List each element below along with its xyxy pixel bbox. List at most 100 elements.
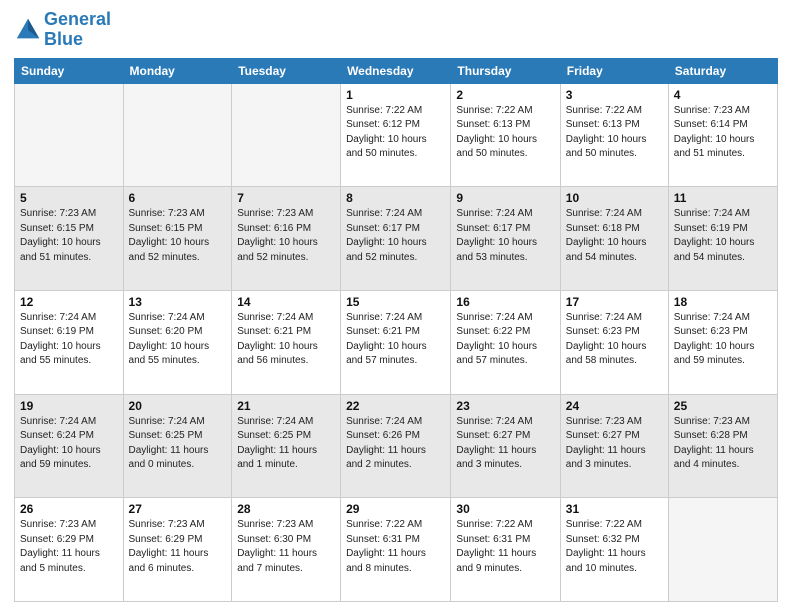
calendar-cell: 9 Sunrise: 7:24 AM Sunset: 6:17 PM Daylig… (451, 187, 560, 291)
calendar-cell (668, 498, 777, 602)
day-info: Sunrise: 7:23 AM Sunset: 6:14 PM Dayligh… (674, 104, 772, 162)
day-number: 6 (129, 191, 227, 205)
calendar-cell: 4 Sunrise: 7:23 AM Sunset: 6:14 PM Daylig… (668, 83, 777, 187)
calendar-header-row: SundayMondayTuesdayWednesdayThursdayFrid… (15, 58, 778, 83)
day-number: 29 (346, 502, 445, 516)
calendar-cell: 2 Sunrise: 7:22 AM Sunset: 6:13 PM Daylig… (451, 83, 560, 187)
day-info: Sunrise: 7:24 AM Sunset: 6:23 PM Dayligh… (674, 311, 772, 369)
day-number: 21 (237, 399, 335, 413)
calendar-table: SundayMondayTuesdayWednesdayThursdayFrid… (14, 58, 778, 602)
day-info: Sunrise: 7:24 AM Sunset: 6:25 PM Dayligh… (237, 415, 335, 473)
day-number: 4 (674, 88, 772, 102)
calendar-cell: 17Sunrise: 7:24 AM Sunset: 6:23 PM Dayli… (560, 290, 668, 394)
calendar-weekday-header: Monday (123, 58, 232, 83)
calendar-cell: 28 Sunrise: 7:23 AM Sunset: 6:30 PM Dayli… (232, 498, 341, 602)
calendar-cell: 12Sunrise: 7:24 AM Sunset: 6:19 PM Dayli… (15, 290, 124, 394)
day-info: Sunrise: 7:24 AM Sunset: 6:19 PM Dayligh… (674, 207, 772, 265)
day-number: 16 (456, 295, 554, 309)
calendar-week-row: 5 Sunrise: 7:23 AM Sunset: 6:15 PM Daylig… (15, 187, 778, 291)
day-info: Sunrise: 7:24 AM Sunset: 6:27 PM Dayligh… (456, 415, 554, 473)
day-number: 14 (237, 295, 335, 309)
day-number: 15 (346, 295, 445, 309)
day-number: 11 (674, 191, 772, 205)
calendar-cell: 24 Sunrise: 7:23 AM Sunset: 6:27 PM Dayli… (560, 394, 668, 498)
day-info: Sunrise: 7:24 AM Sunset: 6:21 PM Dayligh… (346, 311, 445, 369)
day-info: Sunrise: 7:23 AM Sunset: 6:28 PM Dayligh… (674, 415, 772, 473)
day-number: 5 (20, 191, 118, 205)
calendar-cell: 13 Sunrise: 7:24 AM Sunset: 6:20 PM Dayli… (123, 290, 232, 394)
day-number: 13 (129, 295, 227, 309)
day-number: 10 (566, 191, 663, 205)
day-number: 19 (20, 399, 118, 413)
day-info: Sunrise: 7:24 AM Sunset: 6:21 PM Dayligh… (237, 311, 335, 369)
day-info: Sunrise: 7:22 AM Sunset: 6:31 PM Dayligh… (346, 518, 445, 576)
calendar-cell (232, 83, 341, 187)
calendar-cell: 31 Sunrise: 7:22 AM Sunset: 6:32 PM Dayli… (560, 498, 668, 602)
calendar-cell: 25 Sunrise: 7:23 AM Sunset: 6:28 PM Dayli… (668, 394, 777, 498)
calendar-cell: 27Sunrise: 7:23 AM Sunset: 6:29 PM Dayli… (123, 498, 232, 602)
day-info: Sunrise: 7:24 AM Sunset: 6:17 PM Dayligh… (346, 207, 445, 265)
day-info: Sunrise: 7:23 AM Sunset: 6:16 PM Dayligh… (237, 207, 335, 265)
day-info: Sunrise: 7:22 AM Sunset: 6:31 PM Dayligh… (456, 518, 554, 576)
calendar-cell: 19 Sunrise: 7:24 AM Sunset: 6:24 PM Dayli… (15, 394, 124, 498)
day-number: 31 (566, 502, 663, 516)
day-number: 26 (20, 502, 118, 516)
day-number: 2 (456, 88, 554, 102)
calendar-weekday-header: Friday (560, 58, 668, 83)
day-number: 9 (456, 191, 554, 205)
calendar-cell: 15 Sunrise: 7:24 AM Sunset: 6:21 PM Dayli… (341, 290, 451, 394)
calendar-cell: 29 Sunrise: 7:22 AM Sunset: 6:31 PM Dayli… (341, 498, 451, 602)
calendar-cell: 30Sunrise: 7:22 AM Sunset: 6:31 PM Dayli… (451, 498, 560, 602)
day-number: 18 (674, 295, 772, 309)
calendar-cell: 10 Sunrise: 7:24 AM Sunset: 6:18 PM Dayli… (560, 187, 668, 291)
calendar-weekday-header: Wednesday (341, 58, 451, 83)
calendar-cell: 26 Sunrise: 7:23 AM Sunset: 6:29 PM Dayli… (15, 498, 124, 602)
day-info: Sunrise: 7:24 AM Sunset: 6:22 PM Dayligh… (456, 311, 554, 369)
calendar-cell: 20 Sunrise: 7:24 AM Sunset: 6:25 PM Dayli… (123, 394, 232, 498)
calendar-cell: 6 Sunrise: 7:23 AM Sunset: 6:15 PM Daylig… (123, 187, 232, 291)
calendar-cell: 21 Sunrise: 7:24 AM Sunset: 6:25 PM Dayli… (232, 394, 341, 498)
calendar-week-row: 19 Sunrise: 7:24 AM Sunset: 6:24 PM Dayli… (15, 394, 778, 498)
day-number: 20 (129, 399, 227, 413)
day-info: Sunrise: 7:24 AM Sunset: 6:17 PM Dayligh… (456, 207, 554, 265)
day-number: 23 (456, 399, 554, 413)
day-info: Sunrise: 7:22 AM Sunset: 6:13 PM Dayligh… (566, 104, 663, 162)
day-info: Sunrise: 7:23 AM Sunset: 6:15 PM Dayligh… (20, 207, 118, 265)
day-info: Sunrise: 7:24 AM Sunset: 6:26 PM Dayligh… (346, 415, 445, 473)
day-info: Sunrise: 7:23 AM Sunset: 6:15 PM Dayligh… (129, 207, 227, 265)
day-info: Sunrise: 7:24 AM Sunset: 6:20 PM Dayligh… (129, 311, 227, 369)
day-info: Sunrise: 7:24 AM Sunset: 6:25 PM Dayligh… (129, 415, 227, 473)
calendar-cell (15, 83, 124, 187)
calendar-cell: 18 Sunrise: 7:24 AM Sunset: 6:23 PM Dayli… (668, 290, 777, 394)
page-header: General Blue (14, 10, 778, 50)
day-number: 1 (346, 88, 445, 102)
day-info: Sunrise: 7:23 AM Sunset: 6:29 PM Dayligh… (20, 518, 118, 576)
day-info: Sunrise: 7:22 AM Sunset: 6:32 PM Dayligh… (566, 518, 663, 576)
logo: General Blue (14, 10, 111, 50)
calendar-weekday-header: Sunday (15, 58, 124, 83)
calendar-cell: 22 Sunrise: 7:24 AM Sunset: 6:26 PM Dayli… (341, 394, 451, 498)
day-number: 22 (346, 399, 445, 413)
day-number: 7 (237, 191, 335, 205)
day-number: 24 (566, 399, 663, 413)
day-info: Sunrise: 7:24 AM Sunset: 6:18 PM Dayligh… (566, 207, 663, 265)
day-info: Sunrise: 7:24 AM Sunset: 6:19 PM Dayligh… (20, 311, 118, 369)
calendar-cell: 1 Sunrise: 7:22 AM Sunset: 6:12 PM Daylig… (341, 83, 451, 187)
day-number: 17 (566, 295, 663, 309)
calendar-cell: 5 Sunrise: 7:23 AM Sunset: 6:15 PM Daylig… (15, 187, 124, 291)
day-info: Sunrise: 7:23 AM Sunset: 6:27 PM Dayligh… (566, 415, 663, 473)
calendar-cell: 16 Sunrise: 7:24 AM Sunset: 6:22 PM Dayli… (451, 290, 560, 394)
day-info: Sunrise: 7:23 AM Sunset: 6:30 PM Dayligh… (237, 518, 335, 576)
calendar-cell: 14 Sunrise: 7:24 AM Sunset: 6:21 PM Dayli… (232, 290, 341, 394)
day-number: 28 (237, 502, 335, 516)
day-info: Sunrise: 7:24 AM Sunset: 6:24 PM Dayligh… (20, 415, 118, 473)
day-info: Sunrise: 7:22 AM Sunset: 6:13 PM Dayligh… (456, 104, 554, 162)
logo-icon (14, 16, 42, 44)
day-info: Sunrise: 7:22 AM Sunset: 6:12 PM Dayligh… (346, 104, 445, 162)
calendar-weekday-header: Thursday (451, 58, 560, 83)
day-number: 8 (346, 191, 445, 205)
day-number: 25 (674, 399, 772, 413)
day-number: 27 (129, 502, 227, 516)
calendar-cell: 23 Sunrise: 7:24 AM Sunset: 6:27 PM Dayli… (451, 394, 560, 498)
calendar-cell: 8 Sunrise: 7:24 AM Sunset: 6:17 PM Daylig… (341, 187, 451, 291)
